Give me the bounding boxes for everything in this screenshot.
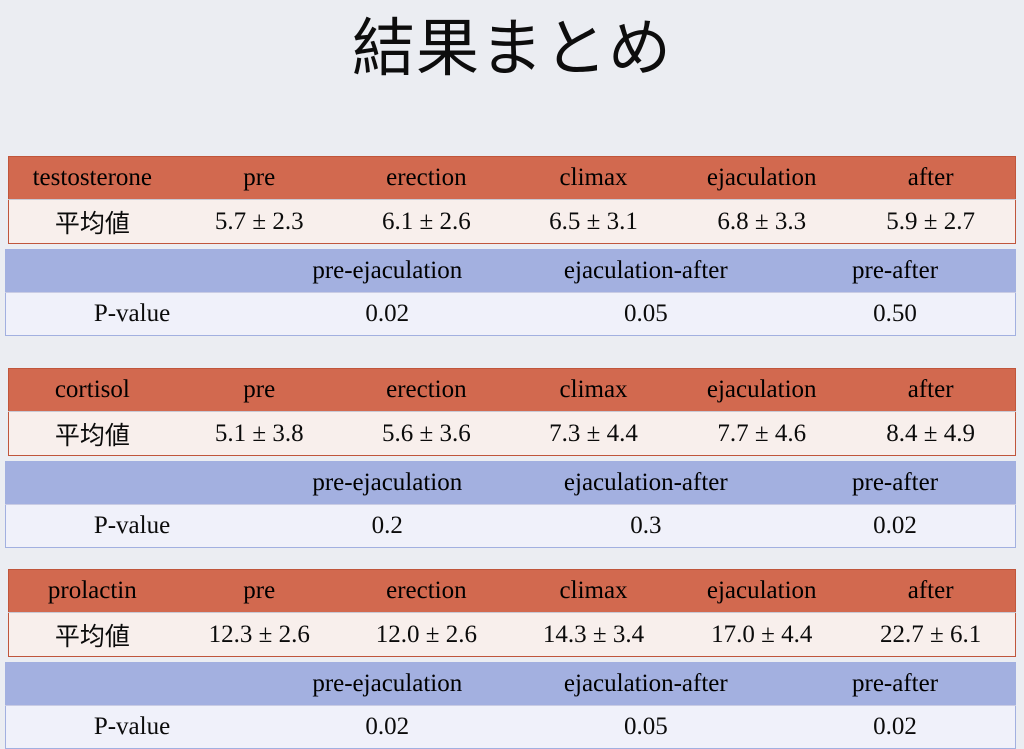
- header-cell-after: after: [846, 156, 1016, 200]
- header-cell-pre-after: pre-after: [775, 662, 1016, 706]
- pvalue-pre-after: 0.02: [775, 705, 1016, 749]
- table-row: 平均値 12.3 ± 2.6 12.0 ± 2.6 14.3 ± 3.4 17.…: [8, 612, 1016, 657]
- pvalue-header-spacer: [5, 249, 258, 293]
- header-cell-climax: climax: [509, 569, 678, 613]
- pvalue-label-cell: P-value: [5, 292, 258, 336]
- header-cell-climax: climax: [509, 156, 678, 200]
- header-cell-after: after: [846, 368, 1016, 412]
- mean-value-ejaculation: 7.7 ± 4.6: [677, 411, 847, 456]
- mean-table-testosterone: testosterone pre erection climax ejacula…: [8, 156, 1016, 244]
- header-cell-erection: erection: [342, 569, 510, 613]
- table-header-row: testosterone pre erection climax ejacula…: [8, 156, 1016, 200]
- header-cell-ejaculation: ejaculation: [677, 156, 847, 200]
- pvalue-pre-after: 0.02: [775, 504, 1016, 548]
- header-cell-ejaculation-after: ejaculation-after: [516, 662, 776, 706]
- pvalue-pre-after: 0.50: [775, 292, 1016, 336]
- header-cell-pre: pre: [175, 156, 343, 200]
- mean-label-cell: 平均値: [8, 411, 176, 456]
- header-cell-after: after: [846, 569, 1016, 613]
- header-cell-ejaculation-after: ejaculation-after: [516, 249, 776, 293]
- mean-table-prolactin: prolactin pre erection climax ejaculatio…: [8, 569, 1016, 657]
- mean-value-pre: 5.1 ± 3.8: [175, 411, 343, 456]
- header-cell-pre-after: pre-after: [775, 249, 1016, 293]
- header-cell-pre-ejaculation: pre-ejaculation: [258, 662, 517, 706]
- mean-value-climax: 7.3 ± 4.4: [509, 411, 678, 456]
- mean-value-erection: 6.1 ± 2.6: [342, 199, 510, 244]
- table-row: 平均値 5.7 ± 2.3 6.1 ± 2.6 6.5 ± 3.1 6.8 ± …: [8, 199, 1016, 244]
- header-cell-ejaculation: ejaculation: [677, 569, 847, 613]
- table-row: P-value 0.02 0.05 0.02: [5, 705, 1016, 749]
- table-header-row: prolactin pre erection climax ejaculatio…: [8, 569, 1016, 613]
- mean-value-pre: 12.3 ± 2.6: [175, 612, 343, 657]
- table-row: 平均値 5.1 ± 3.8 5.6 ± 3.6 7.3 ± 4.4 7.7 ± …: [8, 411, 1016, 456]
- pvalue-table-cortisol: pre-ejaculation ejaculation-after pre-af…: [5, 461, 1016, 548]
- table-header-row: pre-ejaculation ejaculation-after pre-af…: [5, 662, 1016, 706]
- mean-label-cell: 平均値: [8, 199, 176, 244]
- mean-value-climax: 14.3 ± 3.4: [509, 612, 678, 657]
- mean-label-cell: 平均値: [8, 612, 176, 657]
- table-header-row: pre-ejaculation ejaculation-after pre-af…: [5, 249, 1016, 293]
- header-cell-climax: climax: [509, 368, 678, 412]
- table-header-row: pre-ejaculation ejaculation-after pre-af…: [5, 461, 1016, 505]
- pvalue-header-spacer: [5, 461, 258, 505]
- mean-value-after: 5.9 ± 2.7: [846, 199, 1016, 244]
- header-cell-ejaculation-after: ejaculation-after: [516, 461, 776, 505]
- header-cell-pre: pre: [175, 569, 343, 613]
- header-cell-erection: erection: [342, 368, 510, 412]
- hormone-name-cell: cortisol: [8, 368, 176, 412]
- mean-value-ejaculation: 6.8 ± 3.3: [677, 199, 847, 244]
- hormone-name-cell: testosterone: [8, 156, 176, 200]
- pvalue-table-testosterone: pre-ejaculation ejaculation-after pre-af…: [5, 249, 1016, 336]
- pvalue-pre-ejaculation: 0.02: [258, 292, 517, 336]
- header-cell-erection: erection: [342, 156, 510, 200]
- page-title: 結果まとめ: [352, 12, 672, 85]
- header-cell-pre: pre: [175, 368, 343, 412]
- mean-value-erection: 5.6 ± 3.6: [342, 411, 510, 456]
- mean-value-after: 8.4 ± 4.9: [846, 411, 1016, 456]
- mean-table-cortisol: cortisol pre erection climax ejaculation…: [8, 368, 1016, 456]
- header-cell-ejaculation: ejaculation: [677, 368, 847, 412]
- mean-value-pre: 5.7 ± 2.3: [175, 199, 343, 244]
- pvalue-ejaculation-after: 0.05: [516, 705, 776, 749]
- pvalue-label-cell: P-value: [5, 705, 258, 749]
- slide-canvas: 結果まとめ testosterone pre erection climax e…: [0, 0, 1024, 749]
- pvalue-pre-ejaculation: 0.02: [258, 705, 517, 749]
- pvalue-pre-ejaculation: 0.2: [258, 504, 517, 548]
- header-cell-pre-ejaculation: pre-ejaculation: [258, 461, 517, 505]
- table-header-row: cortisol pre erection climax ejaculation…: [8, 368, 1016, 412]
- pvalue-ejaculation-after: 0.3: [516, 504, 776, 548]
- header-cell-pre-ejaculation: pre-ejaculation: [258, 249, 517, 293]
- pvalue-ejaculation-after: 0.05: [516, 292, 776, 336]
- table-row: P-value 0.2 0.3 0.02: [5, 504, 1016, 548]
- mean-value-erection: 12.0 ± 2.6: [342, 612, 510, 657]
- table-row: P-value 0.02 0.05 0.50: [5, 292, 1016, 336]
- pvalue-label-cell: P-value: [5, 504, 258, 548]
- mean-value-after: 22.7 ± 6.1: [846, 612, 1016, 657]
- pvalue-header-spacer: [5, 662, 258, 706]
- hormone-name-cell: prolactin: [8, 569, 176, 613]
- mean-value-ejaculation: 17.0 ± 4.4: [677, 612, 847, 657]
- mean-value-climax: 6.5 ± 3.1: [509, 199, 678, 244]
- header-cell-pre-after: pre-after: [775, 461, 1016, 505]
- pvalue-table-prolactin: pre-ejaculation ejaculation-after pre-af…: [5, 662, 1016, 749]
